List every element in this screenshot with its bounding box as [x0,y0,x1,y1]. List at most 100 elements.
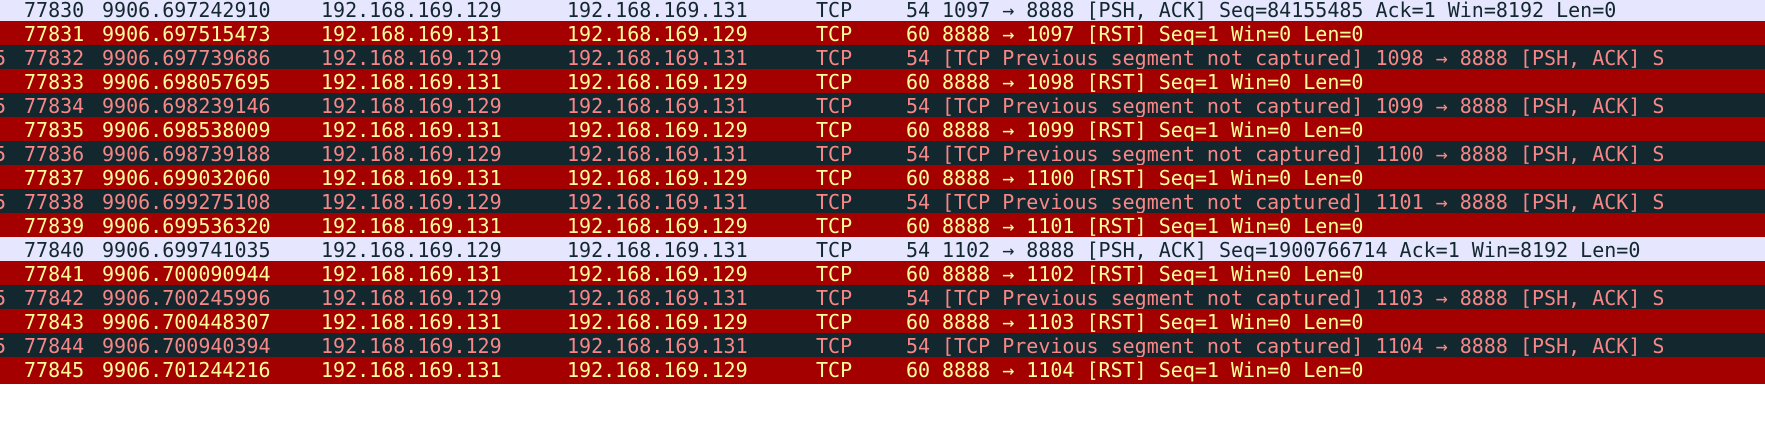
packet-row[interactable]: 77833 9906.698057695 192.168.169.131 192.16… [0,69,1765,96]
row-marker: 5 [0,142,7,166]
packet-info: 8888 → 1104 [RST] Seq=1 Win=0 Len=0 [942,358,1364,382]
packet-info: [TCP Previous segment not captured] 1101… [942,190,1665,214]
packet-length: 54 [906,190,931,214]
packet-row[interactable]: 77835 9906.698538009 192.168.169.131 192.16… [0,117,1765,144]
packet-number: 77833 [24,70,85,94]
packet-info: 8888 → 1097 [RST] Seq=1 Win=0 Len=0 [942,22,1364,46]
packet-row[interactable]: 77843 9906.700448307 192.168.169.131 192.16… [0,309,1765,336]
packet-length: 54 [906,238,931,262]
packet-protocol: TCP [816,214,853,238]
packet-protocol: TCP [816,310,853,334]
packet-info: [TCP Previous segment not captured] 1098… [942,46,1665,70]
packet-list[interactable]: 77830 9906.697242910 192.168.169.129 192.16… [0,0,1765,427]
packet-time: 9906.700448307 [102,310,271,334]
packet-destination: 192.168.169.129 [567,118,748,142]
packet-number: 77845 [24,358,85,382]
packet-source: 192.168.169.129 [321,190,502,214]
packet-length: 60 [906,310,931,334]
packet-number: 77842 [24,286,85,310]
packet-length: 54 [906,286,931,310]
packet-destination: 192.168.169.129 [567,166,748,190]
packet-destination: 192.168.169.131 [567,46,748,70]
packet-protocol: TCP [816,358,853,382]
packet-number: 77844 [24,334,85,358]
packet-number: 77835 [24,118,85,142]
packet-protocol: TCP [816,262,853,286]
packet-protocol: TCP [816,70,853,94]
packet-protocol: TCP [816,142,853,166]
packet-destination: 192.168.169.129 [567,70,748,94]
packet-destination: 192.168.169.129 [567,358,748,382]
packet-destination: 192.168.169.131 [567,286,748,310]
packet-time: 9906.698739188 [102,142,271,166]
packet-source: 192.168.169.131 [321,310,502,334]
packet-row[interactable]: 5 77832 9906.697739686 192.168.169.129 192.1… [0,45,1765,72]
packet-row[interactable]: 77840 9906.699741035 192.168.169.129 192.16… [0,237,1765,264]
packet-row[interactable]: 5 77842 9906.700245996 192.168.169.129 192.1… [0,285,1765,312]
packet-info: [TCP Previous segment not captured] 1104… [942,334,1665,358]
packet-time: 9906.700090944 [102,262,271,286]
packet-destination: 192.168.169.129 [567,22,748,46]
packet-length: 60 [906,166,931,190]
packet-row[interactable]: 5 77836 9906.698739188 192.168.169.129 192.1… [0,141,1765,168]
packet-number: 77834 [24,94,85,118]
packet-source: 192.168.169.129 [321,94,502,118]
packet-destination: 192.168.169.131 [567,238,748,262]
packet-protocol: TCP [816,190,853,214]
packet-length: 54 [906,334,931,358]
packet-row[interactable]: 77837 9906.699032060 192.168.169.131 192.16… [0,165,1765,192]
packet-protocol: TCP [816,118,853,142]
packet-time: 9906.697515473 [102,22,271,46]
packet-info: 8888 → 1098 [RST] Seq=1 Win=0 Len=0 [942,70,1364,94]
packet-source: 192.168.169.131 [321,22,502,46]
packet-number: 77832 [24,46,85,70]
packet-protocol: TCP [816,286,853,310]
packet-number: 77843 [24,310,85,334]
packet-time: 9906.701244216 [102,358,271,382]
packet-length: 60 [906,214,931,238]
packet-time: 9906.698239146 [102,94,271,118]
packet-protocol: TCP [816,22,853,46]
packet-time: 9906.699536320 [102,214,271,238]
packet-row[interactable]: 77845 9906.701244216 192.168.169.131 192.16… [0,357,1765,384]
packet-length: 60 [906,358,931,382]
packet-source: 192.168.169.129 [321,334,502,358]
packet-number: 77839 [24,214,85,238]
packet-row[interactable]: 77839 9906.699536320 192.168.169.131 192.16… [0,213,1765,240]
packet-source: 192.168.169.131 [321,118,502,142]
packet-source: 192.168.169.131 [321,166,502,190]
packet-length: 60 [906,118,931,142]
row-marker: 5 [0,286,7,310]
packet-number: 77836 [24,142,85,166]
packet-protocol: TCP [816,238,853,262]
packet-time: 9906.697739686 [102,46,271,70]
packet-destination: 192.168.169.131 [567,190,748,214]
packet-source: 192.168.169.129 [321,142,502,166]
packet-source: 192.168.169.131 [321,262,502,286]
packet-row[interactable]: 77831 9906.697515473 192.168.169.131 192.16… [0,21,1765,48]
packet-row[interactable]: 77841 9906.700090944 192.168.169.131 192.16… [0,261,1765,288]
packet-protocol: TCP [816,166,853,190]
row-marker: 5 [0,94,7,118]
packet-protocol: TCP [816,94,853,118]
row-marker: 5 [0,334,7,358]
packet-length: 60 [906,262,931,286]
packet-time: 9906.698057695 [102,70,271,94]
packet-info: 8888 → 1099 [RST] Seq=1 Win=0 Len=0 [942,118,1364,142]
packet-number: 77841 [24,262,85,286]
row-marker: 5 [0,46,7,70]
packet-destination: 192.168.169.129 [567,310,748,334]
packet-info: 8888 → 1101 [RST] Seq=1 Win=0 Len=0 [942,214,1364,238]
packet-row[interactable]: 5 77834 9906.698239146 192.168.169.129 192.1… [0,93,1765,120]
packet-row[interactable]: 5 77844 9906.700940394 192.168.169.129 192.1… [0,333,1765,360]
packet-number: 77840 [24,238,85,262]
packet-time: 9906.699032060 [102,166,271,190]
packet-time: 9906.700245996 [102,286,271,310]
packet-destination: 192.168.169.129 [567,262,748,286]
packet-destination: 192.168.169.131 [567,334,748,358]
packet-length: 54 [906,94,931,118]
packet-row[interactable]: 5 77838 9906.699275108 192.168.169.129 192.1… [0,189,1765,216]
packet-length: 60 [906,22,931,46]
packet-info: [TCP Previous segment not captured] 1103… [942,286,1665,310]
packet-number: 77831 [24,22,85,46]
